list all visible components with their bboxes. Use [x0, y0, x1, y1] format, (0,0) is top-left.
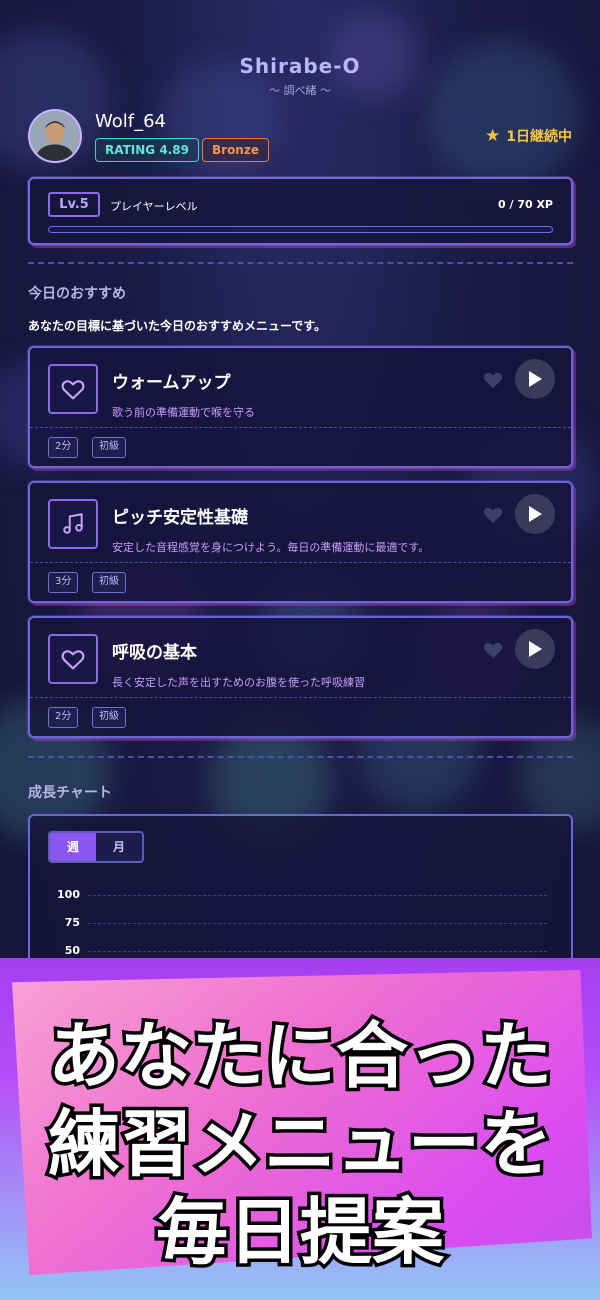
- recommend-title: ピッチ安定性基礎: [112, 508, 248, 528]
- growth-section-title: 成長チャート: [28, 785, 112, 801]
- xp-text: 0 / 70 XP: [497, 198, 553, 211]
- recommend-section-title: 今日のおすすめ: [28, 286, 126, 302]
- y-tick-label: 75: [64, 916, 80, 929]
- card-divider: [30, 697, 571, 698]
- promo-line: 練習メニューを: [44, 1099, 555, 1190]
- favorite-heart-icon[interactable]: [482, 638, 504, 660]
- play-icon: [529, 641, 542, 657]
- user-avatar-icon: [30, 111, 80, 161]
- play-icon: [529, 371, 542, 387]
- duration-tag: 2分: [48, 437, 79, 458]
- favorite-heart-icon[interactable]: [482, 368, 504, 390]
- level-badge: Lv.5: [48, 192, 100, 217]
- recommend-card[interactable]: ウォームアップ 歌う前の準備運動で喉を守る 2分 初級: [28, 346, 573, 468]
- streak-indicator: ★ 1日継続中: [485, 126, 572, 146]
- play-button[interactable]: [515, 359, 555, 399]
- username: Wolf_64: [95, 111, 166, 132]
- xp-progress-bar: [48, 226, 553, 233]
- card-divider: [30, 427, 571, 428]
- rank-badge: Bronze: [202, 138, 269, 162]
- heart-icon: [48, 364, 98, 414]
- gridline: [88, 951, 547, 952]
- promo-headline: あなたに合った 練習メニューを 毎日提案: [0, 1011, 600, 1278]
- promo-line: あなたに合った: [44, 1011, 555, 1102]
- y-tick-label: 50: [64, 944, 80, 957]
- difficulty-tag: 初級: [92, 572, 126, 593]
- promo-line: 毎日提案: [152, 1187, 447, 1278]
- recommend-card[interactable]: 呼吸の基本 長く安定した声を出すためのお腹を使った呼吸練習 2分 初級: [28, 616, 573, 738]
- tab-month[interactable]: 月: [96, 833, 142, 861]
- card-divider: [30, 562, 571, 563]
- level-card: Lv.5 プレイヤーレベル 0 / 70 XP: [28, 177, 573, 245]
- star-icon: ★: [485, 126, 501, 146]
- gridline: [88, 923, 547, 924]
- favorite-heart-icon[interactable]: [482, 503, 504, 525]
- tab-week[interactable]: 週: [50, 833, 96, 861]
- app-title: Shirabe-O: [239, 54, 361, 78]
- difficulty-tag: 初級: [92, 707, 126, 728]
- recommend-card[interactable]: ピッチ安定性基礎 安定した音程感覚を身につけよう。毎日の準備運動に最適です。 3…: [28, 481, 573, 603]
- duration-tag: 3分: [48, 572, 79, 593]
- gridline: [88, 895, 547, 896]
- app-subtitle: 〜 調べ緒 〜: [269, 84, 331, 97]
- recommend-desc: 長く安定した声を出すためのお腹を使った呼吸練習: [112, 676, 365, 689]
- duration-tag: 2分: [48, 707, 79, 728]
- app-screen: Shirabe-O 〜 調べ緒 〜 Wolf_64 RATING 4.89 Br…: [0, 0, 600, 1014]
- recommend-title: ウォームアップ: [112, 373, 231, 393]
- promo-banner: あなたに合った 練習メニューを 毎日提案: [0, 958, 600, 1300]
- recommend-title: 呼吸の基本: [112, 643, 197, 663]
- rating-badge: RATING 4.89: [95, 138, 199, 162]
- heart-icon: [48, 634, 98, 684]
- recommend-desc: 安定した音程感覚を身につけよう。毎日の準備運動に最適です。: [112, 541, 430, 554]
- music-note-icon: [48, 499, 98, 549]
- y-tick-label: 100: [57, 888, 80, 901]
- difficulty-tag: 初級: [92, 437, 126, 458]
- play-icon: [529, 506, 542, 522]
- play-button[interactable]: [515, 629, 555, 669]
- play-button[interactable]: [515, 494, 555, 534]
- streak-text: 1日継続中: [506, 129, 572, 145]
- divider: [28, 756, 573, 758]
- avatar[interactable]: [28, 109, 82, 163]
- period-toggle: 週 月: [48, 831, 144, 863]
- divider: [28, 262, 573, 264]
- level-label: プレイヤーレベル: [110, 200, 198, 213]
- recommend-desc: 歌う前の準備運動で喉を守る: [112, 406, 255, 419]
- recommend-description: あなたの目標に基づいた今日のおすすめメニューです。: [28, 319, 327, 333]
